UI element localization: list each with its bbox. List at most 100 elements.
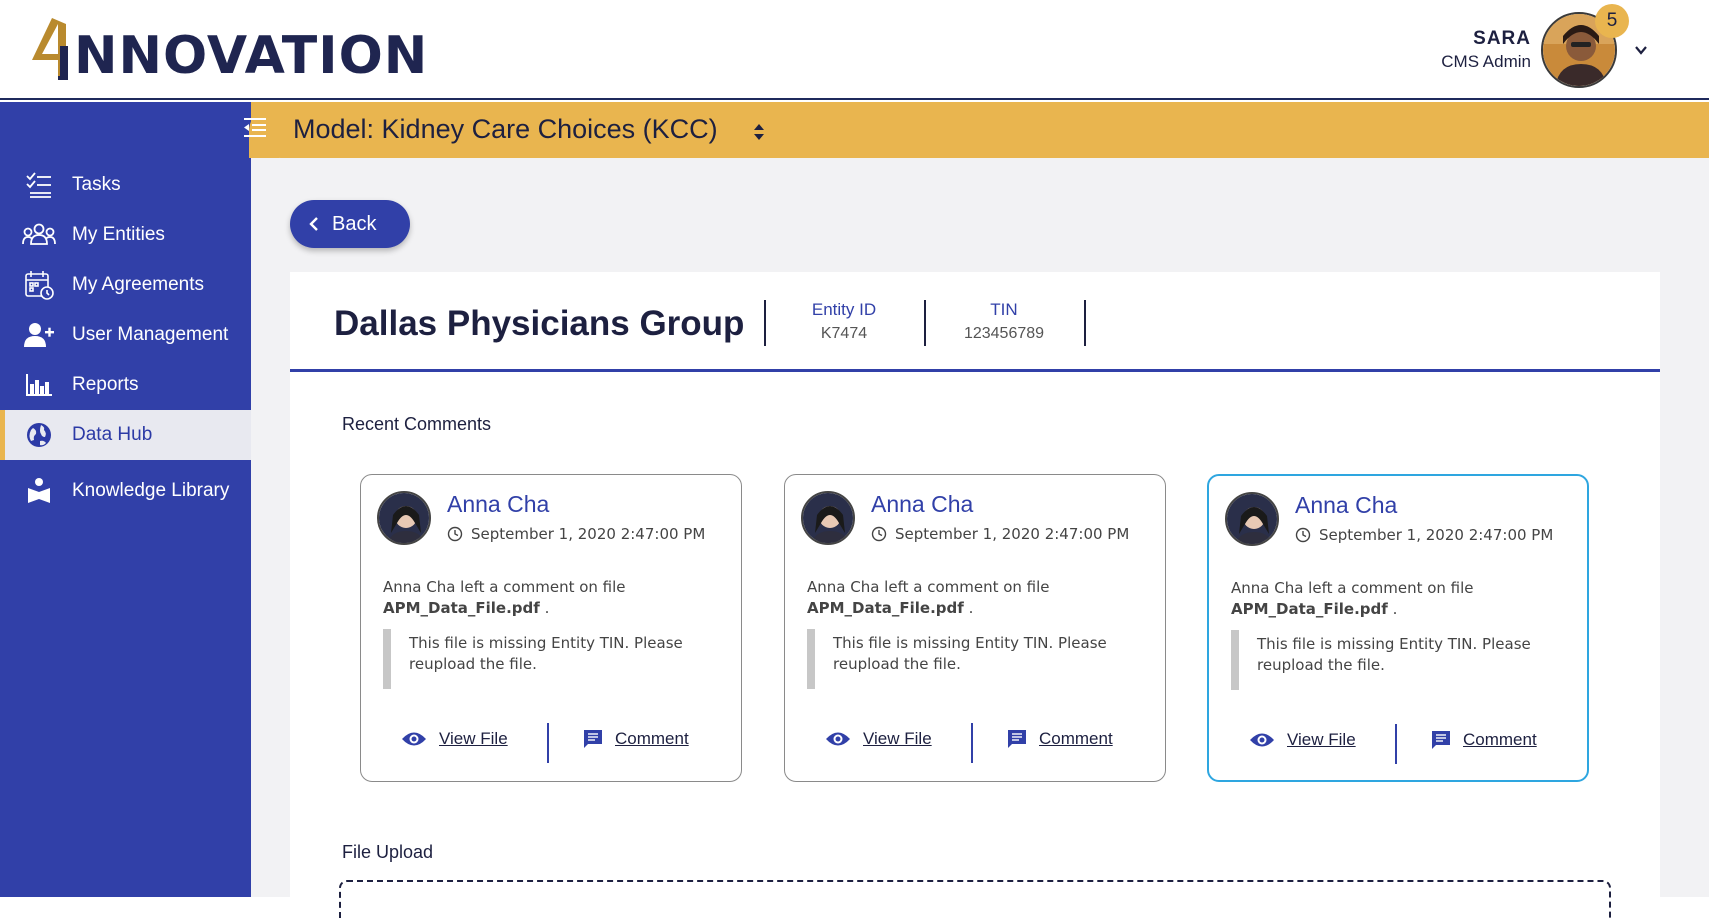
file-name: APM_Data_File.pdf xyxy=(1231,600,1388,618)
recent-comments-title: Recent Comments xyxy=(342,414,492,434)
bar-chart-icon xyxy=(22,370,56,400)
clock-icon xyxy=(447,526,463,542)
entity-id-block: Entity ID K7474 xyxy=(764,300,924,343)
top-header: NNOVATION SARA CMS Admin 5 xyxy=(0,0,1709,100)
clock-icon xyxy=(871,526,887,542)
calendar-icon xyxy=(22,270,56,300)
tin-label: TIN xyxy=(990,300,1018,319)
avatar xyxy=(1225,492,1279,546)
sidebar-nav: Tasks My Entities My Agreements User Man… xyxy=(0,160,251,516)
avatar xyxy=(801,491,855,545)
user-name: SARA xyxy=(1473,28,1531,49)
comment-card[interactable]: Anna Cha September 1, 2020 2:47:00 PM An… xyxy=(1207,474,1589,782)
sidebar-item-knowledge-library[interactable]: Knowledge Library xyxy=(0,466,251,516)
comment-button[interactable]: Comment xyxy=(583,729,689,749)
comment-summary: Anna Cha left a comment on file APM_Data… xyxy=(807,578,1050,617)
comment-date-row: September 1, 2020 2:47:00 PM xyxy=(1295,526,1553,544)
logo[interactable]: NNOVATION xyxy=(28,14,428,86)
model-selector-bar[interactable]: Model: Kidney Care Choices (KCC) xyxy=(249,102,1709,158)
file-name: APM_Data_File.pdf xyxy=(383,599,540,617)
user-avatar-wrap[interactable]: 5 xyxy=(1541,4,1629,88)
view-file-button[interactable]: View File xyxy=(401,729,508,749)
entity-id-label: Entity ID xyxy=(811,300,877,319)
eye-icon xyxy=(402,732,426,746)
comment-quote: This file is missing Entity TIN. Please … xyxy=(1231,630,1571,690)
collapse-sidebar-icon[interactable] xyxy=(242,116,268,138)
sidebar-item-data-hub[interactable]: Data Hub xyxy=(0,410,251,460)
sort-toggle-icon[interactable] xyxy=(751,120,767,144)
comment-icon xyxy=(584,730,602,748)
view-file-label: View File xyxy=(1287,730,1356,749)
eye-icon xyxy=(1250,733,1274,747)
clock-icon xyxy=(1295,527,1311,543)
chevron-down-icon[interactable] xyxy=(1633,42,1649,58)
notification-badge[interactable]: 5 xyxy=(1595,4,1629,38)
comment-summary: Anna Cha left a comment on file APM_Data… xyxy=(383,578,626,617)
file-upload-title: File Upload xyxy=(342,842,434,862)
comment-label: Comment xyxy=(615,729,689,748)
sidebar-item-label: Tasks xyxy=(72,174,121,195)
sidebar-item-label: Knowledge Library xyxy=(72,480,230,501)
user-info: SARA CMS Admin xyxy=(1441,28,1531,72)
comment-summary-text: Anna Cha left a comment on file xyxy=(1231,579,1474,597)
comment-card[interactable]: Anna Cha September 1, 2020 2:47:00 PM An… xyxy=(360,474,742,782)
comment-card[interactable]: Anna Cha September 1, 2020 2:47:00 PM An… xyxy=(784,474,1166,782)
entity-header: Dallas Physicians Group Entity ID K7474 … xyxy=(290,272,1660,372)
reader-icon xyxy=(22,476,56,506)
sidebar-item-reports[interactable]: Reports xyxy=(0,360,251,410)
eye-icon xyxy=(826,732,850,746)
sidebar-item-tasks[interactable]: Tasks xyxy=(0,160,251,210)
comment-date: September 1, 2020 2:47:00 PM xyxy=(895,525,1130,543)
file-name: APM_Data_File.pdf xyxy=(807,599,964,617)
card-actions: View File Comment xyxy=(785,723,1165,763)
main-content: Back Dallas Physicians Group Entity ID K… xyxy=(251,158,1709,920)
comment-author[interactable]: Anna Cha xyxy=(1295,492,1397,519)
comment-button[interactable]: Comment xyxy=(1431,730,1537,750)
view-file-label: View File xyxy=(439,729,508,748)
comment-label: Comment xyxy=(1039,729,1113,748)
comment-date-row: September 1, 2020 2:47:00 PM xyxy=(871,525,1129,543)
user-menu[interactable]: SARA CMS Admin 5 xyxy=(1441,4,1649,88)
sidebar-item-label: User Management xyxy=(72,324,229,345)
sidebar-item-my-agreements[interactable]: My Agreements xyxy=(0,260,251,310)
entity-name: Dallas Physicians Group xyxy=(334,304,745,343)
back-label: Back xyxy=(332,212,377,235)
logo-mark xyxy=(28,16,74,86)
sidebar-item-label: Data Hub xyxy=(72,424,153,445)
entity-panel: Dallas Physicians Group Entity ID K7474 … xyxy=(290,272,1660,920)
comment-date: September 1, 2020 2:47:00 PM xyxy=(471,525,706,543)
comment-summary-text: Anna Cha left a comment on file xyxy=(807,578,1050,596)
view-file-label: View File xyxy=(863,729,932,748)
file-dropzone[interactable] xyxy=(339,880,1611,920)
sidebar-item-user-management[interactable]: User Management xyxy=(0,310,251,360)
tin-block: TIN 123456789 xyxy=(924,300,1084,343)
comment-quote: This file is missing Entity TIN. Please … xyxy=(807,629,1147,689)
group-icon xyxy=(22,220,56,250)
view-file-button[interactable]: View File xyxy=(1249,730,1356,750)
card-actions: View File Comment xyxy=(1209,724,1587,764)
sidebar-item-label: My Entities xyxy=(72,224,165,245)
tasks-icon xyxy=(22,170,56,200)
comment-author[interactable]: Anna Cha xyxy=(871,491,973,518)
back-button[interactable]: Back xyxy=(290,200,410,248)
comment-author[interactable]: Anna Cha xyxy=(447,491,549,518)
comment-icon xyxy=(1432,731,1450,749)
comment-icon xyxy=(1008,730,1026,748)
sidebar-item-label: My Agreements xyxy=(72,274,204,295)
model-label[interactable]: Model: Kidney Care Choices (KCC) xyxy=(293,114,718,145)
comment-date-row: September 1, 2020 2:47:00 PM xyxy=(447,525,705,543)
chevron-left-icon xyxy=(309,217,318,231)
comment-button[interactable]: Comment xyxy=(1007,729,1113,749)
entity-id-value: K7474 xyxy=(820,325,868,342)
user-role: CMS Admin xyxy=(1441,52,1531,71)
sidebar-item-my-entities[interactable]: My Entities xyxy=(0,210,251,260)
comment-label: Comment xyxy=(1463,730,1537,749)
avatar xyxy=(377,491,431,545)
comment-quote: This file is missing Entity TIN. Please … xyxy=(383,629,723,689)
comment-summary: Anna Cha left a comment on file APM_Data… xyxy=(1231,579,1474,618)
globe-icon xyxy=(22,420,56,450)
view-file-button[interactable]: View File xyxy=(825,729,932,749)
logo-text: NNOVATION xyxy=(74,26,429,86)
comment-date: September 1, 2020 2:47:00 PM xyxy=(1319,526,1554,544)
divider xyxy=(547,723,549,763)
